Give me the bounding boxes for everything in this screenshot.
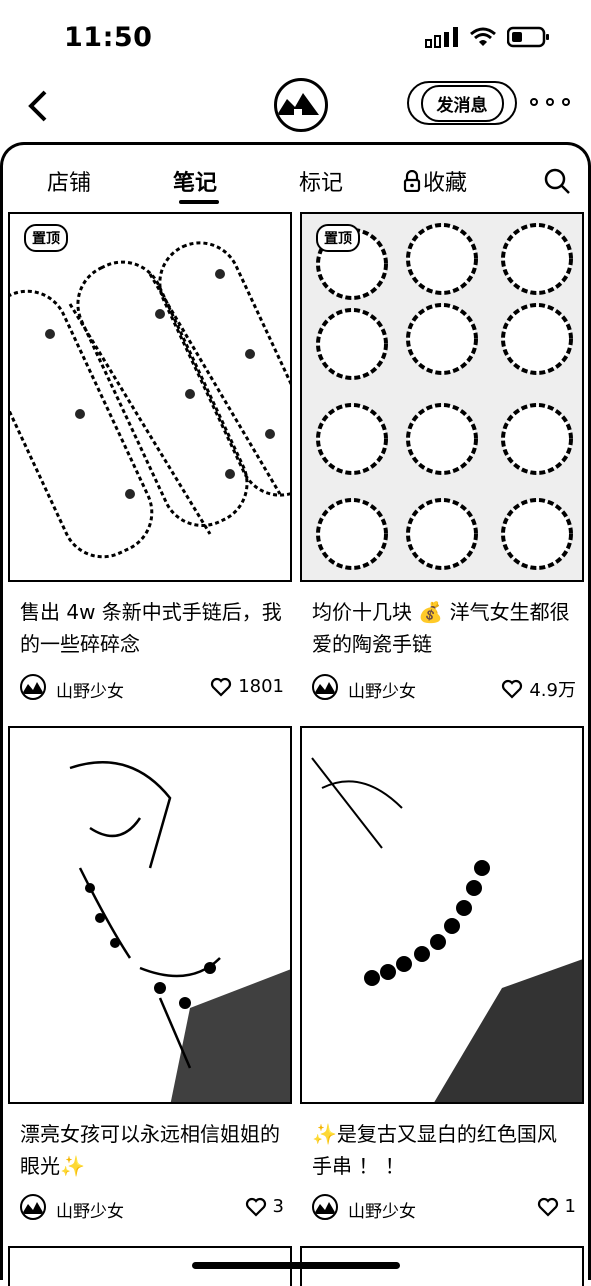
note-card[interactable]: ✨是复古又显白的红色国风手串 ！ ！ 山野少女 1 [300,726,584,1226]
more-dot [562,98,570,106]
heart-icon [537,1197,558,1217]
note-title: 均价十几块 💰 洋气女生都很爱的陶瓷手链 [312,600,570,656]
pinned-badge: 置顶 [316,224,360,252]
author-name[interactable]: 山野少女 [348,677,416,702]
like-count: 3 [272,1196,284,1217]
note-card[interactable]: 置顶 均价十几块 💰 洋气女生都很爱的陶瓷手链 山野少女 4.9万 [300,212,584,712]
author-name[interactable]: 山野少女 [56,677,124,702]
note-cover-image [300,726,584,1104]
home-indicator[interactable] [192,1262,400,1269]
note-title: 售出 4w 条新中式手链后，我的一些碎碎念 [20,600,282,656]
like-button[interactable]: 3 [245,1196,284,1217]
pinned-badge: 置顶 [24,224,68,252]
back-button[interactable] [20,86,56,126]
search-icon[interactable] [543,167,571,195]
avatar[interactable] [20,674,46,700]
tab-marks[interactable]: 标记 [299,165,343,197]
avatar[interactable] [20,1194,46,1220]
note-card[interactable]: 漂亮女孩可以永远相信姐姐的眼光✨ 山野少女 3 [8,726,292,1226]
red-bracelet-photo [302,728,582,1102]
hand-bracelet-photo [10,728,290,1102]
heart-icon [245,1197,266,1217]
note-cover-image [8,726,292,1104]
signal-icon [425,27,458,48]
shop-logo [277,93,319,115]
shop-avatar[interactable] [274,78,328,132]
note-meta: 山野少女 1801 [20,674,284,704]
like-count: 1 [564,1196,576,1217]
avatar[interactable] [312,1194,338,1220]
note-cover-image: 置顶 [300,212,584,582]
note-title: ✨是复古又显白的红色国风手串 ！ ！ [312,1122,557,1178]
like-count: 1801 [238,676,284,697]
chevron-left-icon [28,90,47,122]
tab-notes[interactable]: 笔记 [173,165,217,197]
status-bar: 11:50 [0,0,591,78]
active-tab-indicator [179,200,219,204]
more-button[interactable] [530,92,570,112]
top-nav: 发消息 [0,78,591,142]
heart-icon [502,679,523,699]
bracelet-photo [10,214,290,580]
more-dot [546,98,554,106]
ceramic-bracelets-photo [302,214,582,580]
tab-bar: 店铺 笔记 标记 收藏 [3,145,588,211]
heart-icon [211,677,232,697]
note-meta: 山野少女 3 [20,1194,284,1224]
send-message-label: 发消息 [420,84,504,122]
status-time: 11:50 [64,22,153,53]
tab-favorites-label: 收藏 [423,171,468,196]
tab-shop[interactable]: 店铺 [47,165,91,197]
battery-icon [507,26,549,48]
note-meta: 山野少女 4.9万 [312,674,576,704]
note-meta: 山野少女 1 [312,1194,576,1224]
note-card[interactable]: 置顶 售出 4w 条新中式手链后，我的一些碎碎念 山野少女 1801 [8,212,292,712]
like-button[interactable]: 1 [537,1196,576,1217]
like-button[interactable]: 1801 [210,676,284,697]
tab-favorites[interactable]: 收藏 [403,165,467,197]
note-cover-image: 置顶 [8,212,292,582]
lock-icon [403,170,421,192]
author-name[interactable]: 山野少女 [348,1197,416,1222]
note-title: 漂亮女孩可以永远相信姐姐的眼光✨ [20,1122,280,1178]
author-name[interactable]: 山野少女 [56,1197,124,1222]
like-count: 4.9万 [529,680,576,701]
send-message-button[interactable]: 发消息 [407,81,517,125]
more-dots-icon [530,98,538,106]
like-button[interactable]: 4.9万 [501,676,576,702]
wifi-icon [470,27,496,46]
avatar[interactable] [312,674,338,700]
status-icons [425,26,551,48]
